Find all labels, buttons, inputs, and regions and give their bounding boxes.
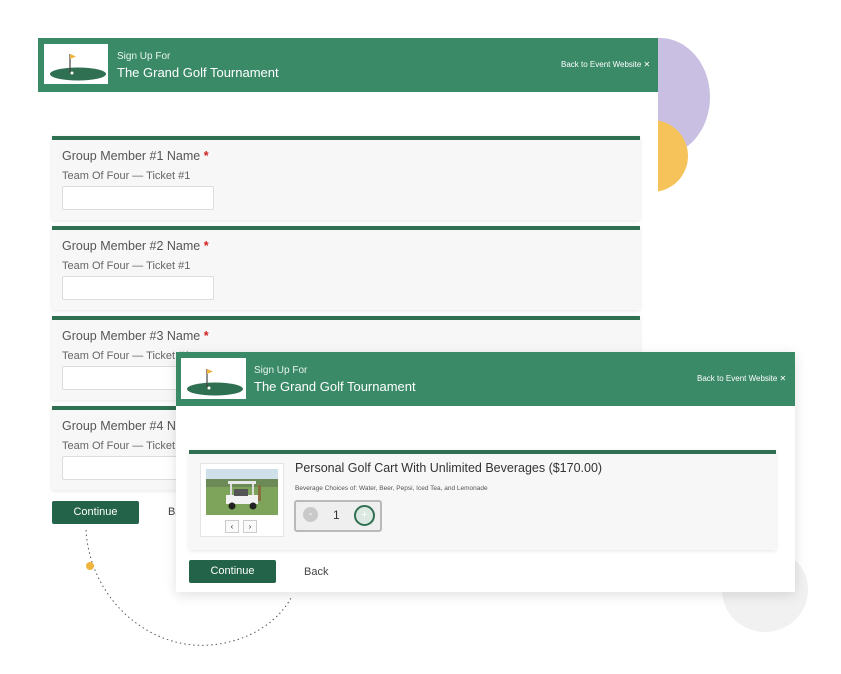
product-title: Personal Golf Cart With Unlimited Bevera…	[295, 461, 603, 475]
event-title: The Grand Golf Tournament	[117, 65, 279, 80]
back-to-event-link[interactable]: Back to Event Website ✕	[697, 374, 786, 383]
decorative-dot	[86, 562, 94, 570]
window-header: Sign Up For The Grand Golf Tournament Ba…	[38, 38, 658, 92]
group-member-2-name-input[interactable]	[62, 276, 214, 300]
group-member-card: Group Member #1 Name * Team Of Four — Ti…	[52, 136, 640, 220]
product-card: ‹ › Personal Golf Cart With Unlimited Be…	[189, 450, 776, 550]
signup-label: Sign Up For	[117, 51, 171, 62]
golf-flag-icon	[50, 54, 106, 81]
window-header: Sign Up For The Grand Golf Tournament Ba…	[176, 352, 795, 406]
golf-cart-photo	[206, 469, 278, 515]
ticket-subtitle: Team Of Four — Ticket #1	[62, 350, 191, 362]
golf-flag-icon	[187, 369, 243, 396]
group-member-label: Group Member #3 Name *	[62, 329, 209, 343]
required-mark: *	[203, 149, 209, 163]
product-image-carousel: ‹ ›	[200, 463, 284, 537]
ticket-subtitle: Team Of Four — Ticket #1	[62, 440, 191, 452]
golf-logo	[181, 358, 246, 399]
signup-window-addons: Sign Up For The Grand Golf Tournament Ba…	[176, 352, 795, 592]
back-to-event-link[interactable]: Back to Event Website ✕	[561, 60, 650, 69]
carousel-next-button[interactable]: ›	[243, 520, 257, 533]
required-mark: *	[203, 239, 209, 253]
signup-label: Sign Up For	[254, 365, 308, 376]
increment-button[interactable]: +	[354, 505, 375, 526]
group-member-label-text: Group Member #2 Name	[62, 239, 201, 253]
carousel-prev-button[interactable]: ‹	[225, 520, 239, 533]
quantity-value: 1	[333, 508, 340, 522]
group-member-label-text: Group Member #1 Name	[62, 149, 201, 163]
group-member-1-name-input[interactable]	[62, 186, 214, 210]
golf-logo	[44, 44, 108, 84]
decrement-button[interactable]: -	[303, 507, 318, 522]
back-button[interactable]: Back	[304, 566, 328, 578]
ticket-subtitle: Team Of Four — Ticket #1	[62, 260, 191, 272]
group-member-label: Group Member #1 Name *	[62, 149, 209, 163]
continue-button[interactable]: Continue	[189, 560, 276, 583]
group-member-label-text: Group Member #3 Name	[62, 329, 201, 343]
group-member-label: Group Member #2 Name *	[62, 239, 209, 253]
group-member-card: Group Member #2 Name * Team Of Four — Ti…	[52, 226, 640, 310]
continue-button[interactable]: Continue	[52, 501, 139, 524]
event-title: The Grand Golf Tournament	[254, 379, 416, 394]
ticket-subtitle: Team Of Four — Ticket #1	[62, 170, 191, 182]
product-description: Beverage Choices of: Water, Beer, Pepsi,…	[295, 485, 488, 492]
required-mark: *	[203, 329, 209, 343]
quantity-stepper: - 1 +	[294, 500, 382, 532]
